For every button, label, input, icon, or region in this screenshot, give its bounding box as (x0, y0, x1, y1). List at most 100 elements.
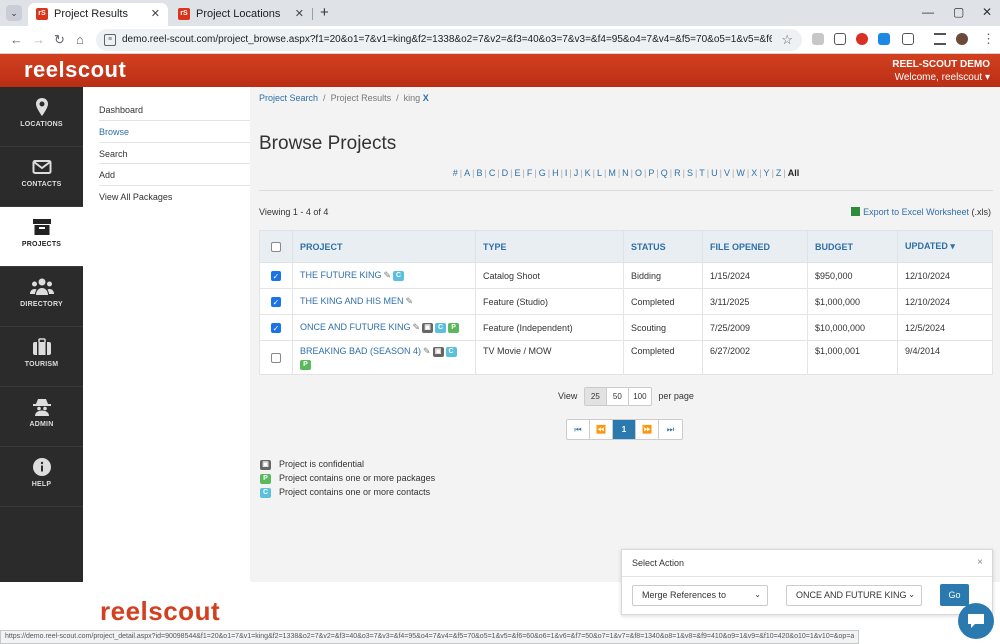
letter-filter-link[interactable]: O (635, 168, 642, 178)
select-all-checkbox[interactable] (271, 241, 281, 252)
extension-icon[interactable] (856, 33, 868, 45)
chat-icon[interactable] (958, 603, 994, 639)
col-status[interactable]: STATUS (623, 230, 703, 263)
bookmark-star-icon[interactable]: ☆ (781, 32, 793, 48)
letter-filter-link[interactable]: I (565, 168, 568, 178)
letter-filter-link[interactable]: E (515, 168, 521, 178)
site-info-icon[interactable]: ≡ (104, 34, 116, 46)
extension-icon[interactable] (878, 33, 890, 45)
nav-directory[interactable]: DIRECTORY (0, 267, 83, 327)
subnav-add[interactable]: Add (99, 170, 239, 180)
row-checkbox[interactable]: ✓ (271, 296, 281, 307)
user-menu[interactable]: Welcome, reelscout ▾ (895, 72, 990, 83)
back-icon[interactable]: ← (10, 32, 23, 47)
edit-pencil-icon[interactable]: ✎ (384, 270, 392, 280)
page-size-100[interactable]: 100 (629, 388, 651, 405)
extensions-puzzle-icon[interactable] (902, 33, 914, 45)
close-panel-icon[interactable]: × (977, 557, 983, 568)
edit-pencil-icon[interactable]: ✎ (406, 296, 414, 306)
letter-filter-link[interactable]: S (687, 168, 693, 178)
browser-menu-icon[interactable]: ⋮ (982, 31, 995, 47)
nav-tourism[interactable]: TOURISM (0, 327, 83, 387)
page-size-25[interactable]: 25 (584, 388, 607, 405)
maximize-icon[interactable]: ▢ (953, 5, 964, 19)
letter-filter-link[interactable]: M (608, 168, 616, 178)
letter-filter-link[interactable]: P (648, 168, 654, 178)
subnav-browse[interactable]: Browse (99, 127, 239, 137)
project-link[interactable]: THE FUTURE KING (300, 270, 382, 280)
target-project-select[interactable]: ONCE AND FUTURE KING ⌄ (786, 585, 922, 606)
reading-list-icon[interactable] (934, 33, 946, 45)
extension-icon[interactable] (834, 33, 846, 45)
letter-filter-link[interactable]: A (464, 168, 470, 178)
nav-projects[interactable]: PROJECTS (0, 207, 83, 267)
extension-icon[interactable] (812, 33, 824, 45)
letter-filter-link[interactable]: R (674, 168, 681, 178)
letter-filter-link[interactable]: U (711, 168, 718, 178)
nav-contacts[interactable]: CONTACTS (0, 147, 83, 207)
col-updated[interactable]: UPDATED ▾ (897, 230, 993, 263)
col-project[interactable]: PROJECT (292, 230, 476, 263)
subnav-search[interactable]: Search (99, 149, 239, 159)
col-file-opened[interactable]: FILE OPENED (702, 230, 808, 263)
letter-filter-all[interactable]: All (788, 168, 800, 178)
next-page-button[interactable]: ⏩ (636, 420, 659, 439)
export-excel-link[interactable]: Export to Excel Worksheet (.xls) (851, 207, 991, 217)
first-page-button[interactable]: ⏮ (567, 420, 590, 439)
remove-filter-button[interactable]: X (423, 93, 429, 103)
row-checkbox[interactable]: ✓ (271, 270, 281, 281)
letter-filter-link[interactable]: J (574, 168, 579, 178)
letter-filter-link[interactable]: N (622, 168, 629, 178)
row-checkbox[interactable]: ✓ (271, 322, 281, 333)
forward-icon[interactable]: → (32, 32, 45, 47)
action-select[interactable]: Merge References to ⌄ (632, 585, 768, 606)
current-page-button[interactable]: 1 (613, 420, 636, 439)
project-link[interactable]: THE KING AND HIS MEN (300, 296, 404, 306)
letter-filter-link[interactable]: Y (764, 168, 770, 178)
breadcrumb-project-search[interactable]: Project Search (259, 93, 318, 103)
col-budget[interactable]: BUDGET (807, 230, 898, 263)
profile-avatar-icon[interactable] (956, 33, 968, 45)
project-link[interactable]: BREAKING BAD (SEASON 4) (300, 346, 421, 356)
letter-filter-link[interactable]: Q (661, 168, 668, 178)
new-tab-icon[interactable]: + (320, 4, 329, 21)
letter-filter-link[interactable]: T (699, 168, 705, 178)
letter-filter-link[interactable]: D (502, 168, 509, 178)
letter-filter-link[interactable]: H (552, 168, 559, 178)
letter-filter-link[interactable]: F (527, 168, 533, 178)
letter-filter-link[interactable]: X (751, 168, 757, 178)
row-checkbox[interactable] (271, 352, 281, 363)
letter-filter-link[interactable]: W (736, 168, 745, 178)
reload-icon[interactable]: ↻ (54, 32, 65, 48)
reelscout-logo[interactable]: reelscout (24, 57, 126, 83)
letter-filter-link[interactable]: # (453, 168, 458, 178)
col-type[interactable]: TYPE (475, 230, 624, 263)
prev-page-button[interactable]: ⏪ (590, 420, 613, 439)
nav-admin[interactable]: ADMIN (0, 387, 83, 447)
letter-filter-link[interactable]: Z (776, 168, 782, 178)
nav-locations[interactable]: LOCATIONS (0, 87, 83, 147)
subnav-dashboard[interactable]: Dashboard (99, 105, 239, 115)
tab-project-locations[interactable]: rS Project Locations ✕ (170, 3, 312, 26)
edit-pencil-icon[interactable]: ✎ (413, 322, 421, 332)
project-link[interactable]: ONCE AND FUTURE KING (300, 322, 411, 332)
letter-filter-link[interactable]: L (597, 168, 602, 178)
letter-filter-link[interactable]: C (489, 168, 496, 178)
last-page-button[interactable]: ⏭ (659, 420, 682, 439)
subnav-view-all-packages[interactable]: View All Packages (99, 192, 239, 202)
close-window-icon[interactable]: ✕ (982, 5, 992, 19)
letter-filter-link[interactable]: V (724, 168, 730, 178)
letter-filter-link[interactable]: K (585, 168, 591, 178)
edit-pencil-icon[interactable]: ✎ (423, 346, 431, 356)
letter-filter-link[interactable]: B (476, 168, 482, 178)
home-icon[interactable]: ⌂ (76, 32, 84, 47)
tab-search-icon[interactable]: ⌄ (6, 5, 22, 21)
letter-filter-link[interactable]: G (539, 168, 546, 178)
nav-help[interactable]: HELP (0, 447, 83, 507)
close-tab-icon[interactable]: ✕ (151, 7, 160, 20)
tab-project-results[interactable]: rS Project Results ✕ (28, 3, 168, 26)
page-size-50[interactable]: 50 (607, 388, 629, 405)
address-bar[interactable]: ≡ demo.reel-scout.com/project_browse.asp… (96, 29, 802, 51)
minimize-icon[interactable]: — (922, 5, 934, 19)
close-tab-icon[interactable]: ✕ (295, 7, 304, 20)
